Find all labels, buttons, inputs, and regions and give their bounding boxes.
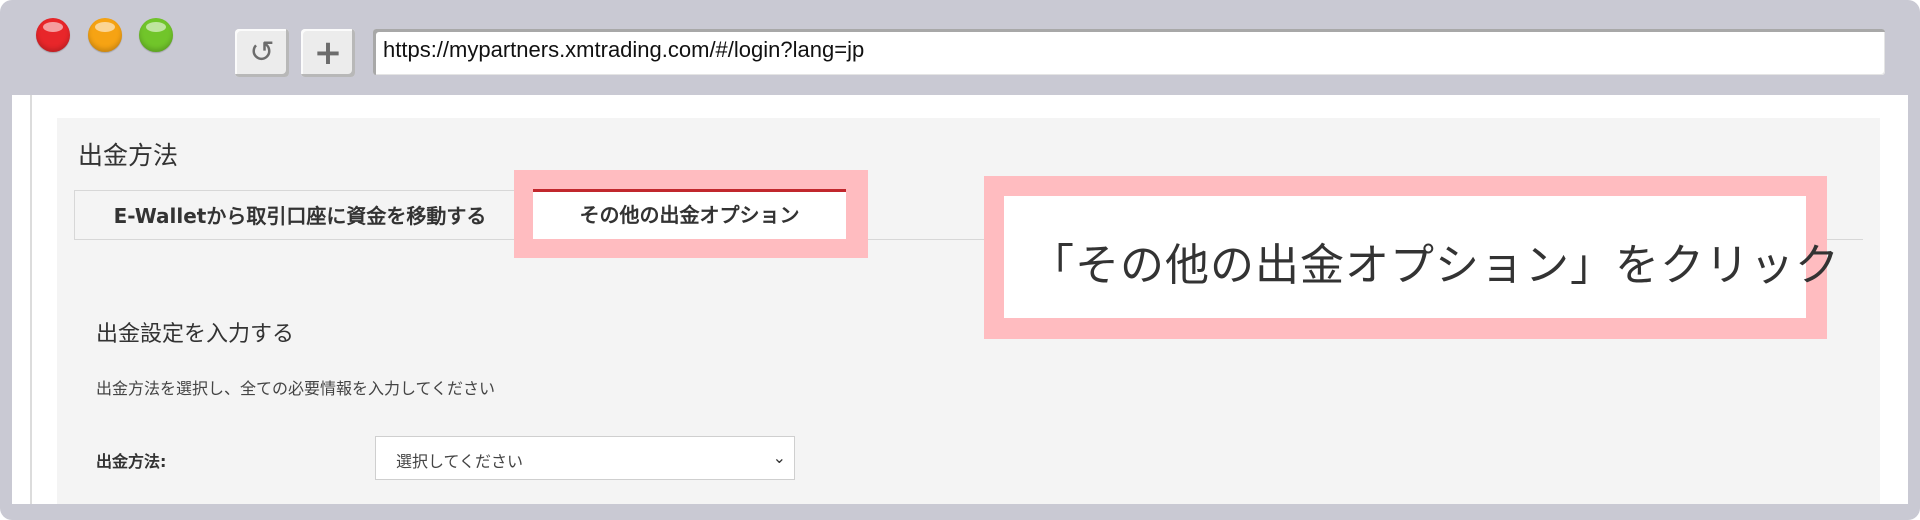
minimize-window-button[interactable] — [88, 18, 122, 52]
section-title: 出金設定を入力する — [96, 322, 295, 347]
close-window-button[interactable] — [36, 18, 70, 52]
page-title: 出金方法 — [78, 141, 179, 170]
withdrawal-method-select[interactable]: 選択してください ⌄ — [375, 436, 795, 480]
tab-label: その他の出金オプション — [579, 203, 800, 227]
reload-icon: ↺ — [249, 35, 275, 70]
tab-ewallet-transfer[interactable]: E-Walletから取引口座に資金を移動する — [74, 190, 526, 240]
left-divider — [30, 95, 32, 504]
tab-other-withdrawal-options[interactable]: その他の出金オプション — [533, 189, 846, 239]
select-value: 選択してください — [396, 452, 524, 471]
reload-button[interactable]: ↺ — [235, 29, 289, 77]
plus-icon: + — [313, 33, 343, 73]
new-tab-button[interactable]: + — [301, 29, 355, 77]
browser-window: ↺ + https://mypartners.xmtrading.com/#/l… — [0, 0, 1920, 520]
tab-label: E-Walletから取引口座に資金を移動する — [113, 204, 487, 228]
address-bar[interactable]: https://mypartners.xmtrading.com/#/login… — [373, 29, 1885, 75]
annotation-text: 「その他の出金オプション」をクリック — [1004, 196, 1839, 318]
maximize-window-button[interactable] — [139, 18, 173, 52]
address-text: https://mypartners.xmtrading.com/#/login… — [383, 37, 865, 62]
withdrawal-method-label: 出金方法: — [96, 452, 167, 471]
chevron-down-icon: ⌄ — [772, 448, 786, 467]
section-description: 出金方法を選択し、全ての必要情報を入力してください — [96, 379, 496, 398]
